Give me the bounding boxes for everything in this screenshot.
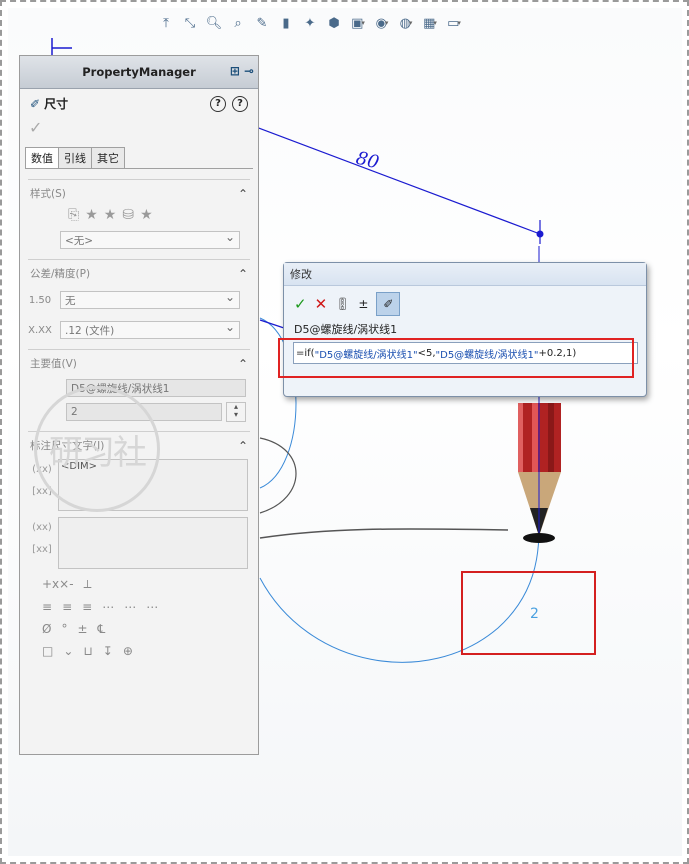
tab-leaders[interactable]: 引线 (58, 147, 92, 168)
ok-check-icon[interactable]: ✓ (294, 295, 307, 313)
style-section: 样式(S) ⌃ ⎘ ★ ★ ⛁ ★ <无> (28, 179, 250, 253)
align-right-icon[interactable]: ≡ (82, 600, 92, 614)
justify-2-icon[interactable]: ⋯ (124, 600, 136, 614)
xx-box-icon[interactable]: [xx] (28, 539, 56, 561)
countersink-icon[interactable]: ⌄ (63, 644, 73, 658)
help-icon[interactable]: ? (232, 95, 248, 112)
spin-stepper[interactable]: ▴ ▾ (226, 402, 246, 422)
tolerance-heading: 公差/精度(P) (30, 268, 91, 280)
collapse-chevron-icon[interactable]: ⌃ (238, 187, 248, 201)
reverse-dimension-icon[interactable]: ± (358, 297, 368, 311)
justify-3-icon[interactable]: ⋯ (146, 600, 158, 614)
primary-value-heading: 主要值(V) (30, 358, 77, 370)
update-style-icon[interactable]: ★ (104, 207, 117, 223)
tab-value[interactable]: 数值 (25, 147, 59, 168)
pin-icon[interactable]: ⊸ (244, 64, 254, 78)
xx-paren-icon[interactable]: (xx) (28, 517, 56, 539)
dim-text-lower[interactable] (58, 517, 248, 569)
precision-icon: X.XX (28, 324, 52, 336)
highlight-box-dimension (461, 571, 596, 655)
whats-new-help-icon[interactable]: ? (210, 95, 226, 112)
split-panel-icon[interactable]: ⊞ (230, 64, 240, 78)
tab-other[interactable]: 其它 (91, 147, 125, 168)
load-style-icon[interactable]: ★ (140, 207, 153, 223)
angle-symbol-icon[interactable]: ⟂ (84, 577, 92, 592)
symbol-row-1: +x×- ⟂ (42, 577, 250, 592)
style-select[interactable]: <无> (60, 230, 240, 249)
save-style-icon[interactable]: ⛁ (122, 207, 134, 223)
mark-for-drawing-icon[interactable]: ✐ (376, 292, 401, 316)
property-manager-panel: PropertyManager ⊞ ⊸ ✐ 尺寸 ? ? ✓ 数值 引线 其它 样… (19, 55, 259, 755)
collapse-chevron-icon[interactable]: ⌃ (238, 267, 248, 281)
watermark-logo: 研习社 (34, 386, 160, 512)
ok-check-icon[interactable]: ✓ (29, 118, 258, 137)
diameter-icon[interactable]: Ø (42, 622, 51, 636)
rebuild-traffic-light-icon[interactable]: 🚦︎ (335, 297, 350, 311)
counterbore-icon[interactable]: ⊔ (83, 644, 92, 658)
square-icon[interactable]: □ (42, 644, 53, 658)
justify-1-icon[interactable]: ⋯ (102, 600, 114, 614)
symbol-row-3: Ø ° ± ℄ (42, 622, 250, 636)
tolerance-section: 公差/精度(P) ⌃ 1.50 无 X.XX .12 (文件) (28, 259, 250, 343)
style-heading: 样式(S) (30, 188, 66, 200)
degree-icon[interactable]: ° (61, 622, 67, 636)
add-style-icon[interactable]: ★ (85, 207, 98, 223)
collapse-chevron-icon[interactable]: ⌃ (238, 357, 248, 371)
modify-dialog-title: 修改 (284, 263, 646, 286)
highlight-box-expression (278, 338, 634, 378)
tolerance-select[interactable]: 无 (60, 290, 240, 309)
tolerance-symbol-icon[interactable]: +x×- (42, 577, 74, 592)
precision-select[interactable]: .12 (文件) (60, 320, 240, 339)
symbol-row-2: ≡ ≡ ≡ ⋯ ⋯ ⋯ (42, 600, 250, 614)
plus-minus-icon[interactable]: ± (77, 622, 87, 636)
smart-dimension-icon: ✐ (30, 96, 41, 111)
pm-title-row: ✐ 尺寸 ? ? (20, 89, 258, 118)
centerline-icon[interactable]: ℄ (98, 622, 106, 636)
apply-style-icon[interactable]: ⎘ (68, 207, 79, 223)
modify-dimension-name: D5@螺旋线/涡状线1 (294, 323, 398, 336)
cancel-x-icon[interactable]: ✕ (315, 295, 328, 313)
align-center-icon[interactable]: ≡ (62, 600, 72, 614)
modify-toolbar: ✓ ✕ 🚦︎ ± ✐ (284, 286, 646, 316)
align-left-icon[interactable]: ≡ (42, 600, 52, 614)
pm-header-title: PropertyManager (82, 65, 196, 79)
tolerance-type-icon: 1.50 (28, 294, 52, 306)
pm-tabs: 数值 引线 其它 (25, 147, 258, 168)
pm-feature-title: 尺寸 (44, 97, 69, 111)
depth-icon[interactable]: ↧ (103, 644, 113, 658)
pm-header: PropertyManager ⊞ ⊸ (20, 56, 258, 89)
more-symbols-icon[interactable]: ⊕ (123, 644, 133, 658)
style-icons: ⎘ ★ ★ ⛁ ★ (68, 207, 250, 223)
dimension-line-80 (247, 123, 541, 235)
collapse-chevron-icon[interactable]: ⌃ (238, 439, 248, 453)
symbol-row-4: □ ⌄ ⊔ ↧ ⊕ (42, 644, 250, 658)
